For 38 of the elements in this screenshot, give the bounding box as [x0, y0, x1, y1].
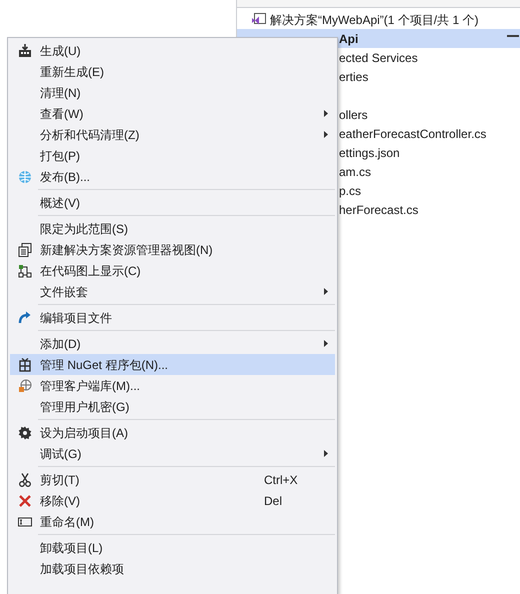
curved-arrow-icon — [18, 310, 32, 324]
scissors-icon — [18, 472, 32, 486]
settings-icon — [18, 426, 32, 440]
tree-item[interactable]: 解决方案“MyWebApi”(1 个项目/共 1 个) — [237, 10, 520, 29]
menu-item[interactable]: 添加(D) — [10, 333, 335, 354]
menu-item[interactable]: 剪切(T) Ctrl+X — [10, 469, 335, 490]
close-icon — [18, 494, 32, 508]
menu-item[interactable]: 查看(W) — [10, 103, 335, 124]
menu-item[interactable]: 编辑项目文件 — [10, 307, 335, 328]
rename-icon — [18, 514, 32, 528]
menu-item[interactable]: 移除(V) Del — [10, 490, 335, 511]
menu-item[interactable]: 分析和代码清理(Z) — [10, 124, 335, 145]
menu-item[interactable]: 设为启动项目(A) — [10, 422, 335, 443]
menu-item[interactable]: 清理(N) — [10, 82, 335, 103]
menu-item[interactable]: 在代码图上显示(C) — [10, 260, 335, 281]
build-icon — [18, 44, 32, 58]
menu-item[interactable]: 限定为此范围(S) — [10, 218, 335, 239]
shortcut-label: Ctrl+X — [264, 472, 298, 488]
menu-item[interactable]: 发布(B)... — [10, 166, 335, 187]
package-icon — [18, 358, 32, 372]
window-icon — [18, 242, 32, 256]
menu-item[interactable]: 卸载项目(L) — [10, 537, 335, 558]
node-graph-icon — [18, 264, 32, 278]
menu-item[interactable]: 打包(P) — [10, 145, 335, 166]
menu-item[interactable]: 管理 NuGet 程序包(N)... — [10, 354, 335, 375]
menu-item[interactable]: 重命名(M) — [10, 511, 335, 532]
menu-item[interactable]: 新建解决方案资源管理器视图(N) — [10, 239, 335, 260]
menu-item[interactable]: 重新生成(E) — [10, 61, 335, 82]
solution-icon — [252, 13, 266, 26]
shortcut-label: Del — [264, 492, 282, 510]
menu-item[interactable]: 加载项目依赖项 — [10, 558, 335, 579]
menu-item[interactable]: 管理客户端库(M)... — [10, 375, 335, 396]
menu-item[interactable]: 管理用户机密(G) — [10, 396, 335, 417]
menu-item[interactable]: 文件嵌套 — [10, 281, 335, 302]
menu-item[interactable]: 概述(V) — [10, 192, 335, 213]
menu-item[interactable]: 调试(G) — [10, 443, 335, 464]
globe-package-icon — [18, 378, 32, 392]
globe-icon — [18, 170, 32, 184]
